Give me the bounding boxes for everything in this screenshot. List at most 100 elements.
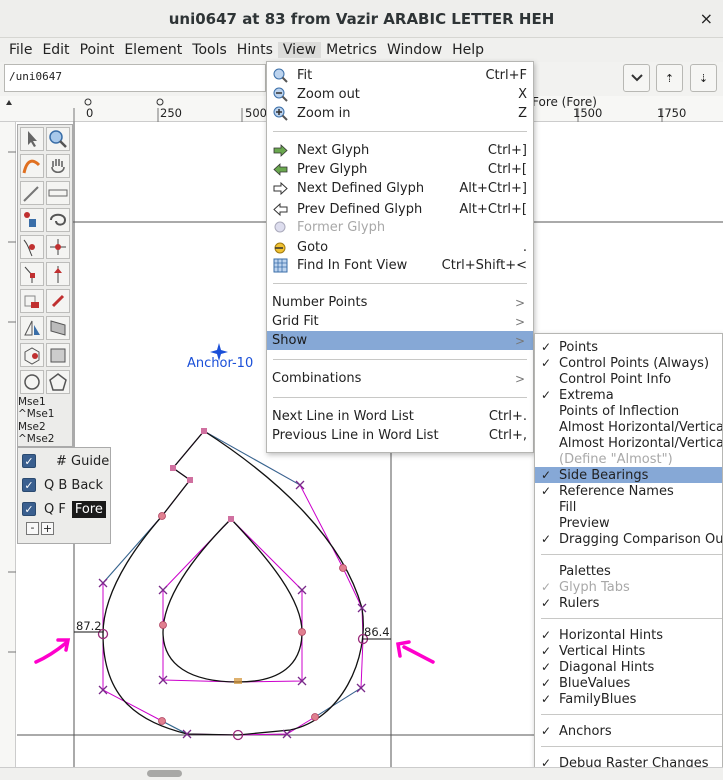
- mouse-button-tools: Mse1 ^Mse1 Mse2 ^Mse2: [18, 396, 72, 445]
- menu-item-next-glyph[interactable]: Next Glyph Ctrl+]: [267, 141, 533, 160]
- ellipse-tool-icon[interactable]: [20, 370, 44, 394]
- scale-tool-icon[interactable]: [20, 316, 44, 340]
- menu-item-zoom-in[interactable]: Zoom in Z: [267, 104, 533, 123]
- active-layer-label: Fore (Fore): [532, 95, 597, 109]
- layer-fore[interactable]: ✓ Q F Fore: [22, 499, 106, 519]
- move-down-icon[interactable]: ⇣: [690, 64, 717, 92]
- check-icon: ✓: [541, 340, 552, 354]
- horizontal-scrollbar[interactable]: [0, 767, 723, 780]
- show-item-bluevalues[interactable]: ✓ BlueValues: [535, 675, 722, 691]
- show-item-familyblues[interactable]: ✓ FamilyBlues: [535, 691, 722, 707]
- mse-label: ^Mse2: [18, 432, 55, 445]
- checkbox-checked-icon[interactable]: ✓: [22, 502, 36, 516]
- menu-item-prev-glyph[interactable]: Prev Glyph Ctrl+[: [267, 160, 533, 179]
- show-item-preview[interactable]: Preview: [535, 515, 722, 531]
- menu-view[interactable]: View: [277, 42, 322, 58]
- show-item-anchors[interactable]: ✓ Anchors: [535, 723, 722, 739]
- remove-layer-icon[interactable]: -: [26, 522, 39, 535]
- check-icon: ✓: [541, 724, 552, 738]
- menu-item-zoom-out[interactable]: Zoom out X: [267, 85, 533, 104]
- curve-point-icon[interactable]: [20, 235, 44, 259]
- view-menu-dropdown: Fit Ctrl+F Zoom out X Zoom in Z Next Glyph C…: [266, 61, 534, 453]
- show-item-almost-horizontal-vertical[interactable]: Almost Horizontal/Vertical: [535, 435, 722, 451]
- spiro-pen-icon[interactable]: [46, 289, 70, 313]
- corner-point-icon[interactable]: [20, 262, 44, 286]
- show-item-rulers[interactable]: ✓ Rulers: [535, 595, 722, 611]
- menu-edit[interactable]: Edit: [37, 42, 74, 58]
- show-item-points-of-inflection[interactable]: Points of Inflection: [535, 403, 722, 419]
- show-item-control-point-info[interactable]: Control Point Info: [535, 371, 722, 387]
- menu-item-show[interactable]: Show >: [267, 331, 533, 350]
- menu-item-next-line-word-list[interactable]: Next Line in Word List Ctrl+.: [267, 407, 533, 426]
- show-item-dragging-comparison-out[interactable]: ✓ Dragging Comparison Out: [535, 531, 722, 547]
- menu-item-fit[interactable]: Fit Ctrl+F: [267, 66, 533, 85]
- menu-help[interactable]: Help: [447, 42, 489, 58]
- show-item-diagonal-hints[interactable]: ✓ Diagonal Hints: [535, 659, 722, 675]
- menu-item-next-defined-glyph[interactable]: Next Defined Glyph Alt+Ctrl+]: [267, 179, 533, 198]
- scroll-hand-icon[interactable]: [46, 154, 70, 178]
- menu-file[interactable]: File: [4, 42, 37, 58]
- show-item-fill[interactable]: Fill: [535, 499, 722, 515]
- checkbox-checked-icon[interactable]: ✓: [22, 478, 36, 492]
- magnify-tool-icon[interactable]: [46, 127, 70, 151]
- ruler-tool-icon[interactable]: [46, 181, 70, 205]
- chevron-down-icon[interactable]: [623, 64, 650, 92]
- layer-guide[interactable]: ✓ # Guide: [22, 451, 109, 471]
- show-item-points[interactable]: ✓ Points: [535, 339, 722, 355]
- add-layer-icon[interactable]: +: [41, 522, 54, 535]
- show-item-side-bearings[interactable]: ✓ Side Bearings: [535, 467, 722, 483]
- check-icon: ✓: [541, 532, 552, 546]
- spiro-tool-icon[interactable]: [46, 208, 70, 232]
- scrollbar-thumb[interactable]: [147, 770, 182, 777]
- annotation-arrow-left: [34, 638, 71, 664]
- pointer-tool-icon[interactable]: [20, 127, 44, 151]
- show-item-palettes[interactable]: Palettes: [535, 563, 722, 579]
- menu-item-find-in-font-view[interactable]: Find In Font View Ctrl+Shift+<: [267, 256, 533, 275]
- menu-window[interactable]: Window: [382, 42, 447, 58]
- flip-tool-icon[interactable]: [46, 316, 70, 340]
- tangent-point-icon[interactable]: [46, 262, 70, 286]
- menu-metrics[interactable]: Metrics: [321, 42, 382, 58]
- checkbox-checked-icon[interactable]: ✓: [22, 454, 36, 468]
- perspective-tool-icon[interactable]: [46, 343, 70, 367]
- mse-label: ^Mse1: [18, 408, 55, 421]
- right-bearing-label: 86.4: [364, 625, 390, 639]
- control-polygon-outer: [102, 430, 364, 736]
- ruler-tick: 250: [160, 106, 182, 120]
- show-item-vertical-hints[interactable]: ✓ Vertical Hints: [535, 643, 722, 659]
- pen-tool-icon[interactable]: [20, 289, 44, 313]
- menu-item-grid-fit[interactable]: Grid Fit >: [267, 312, 533, 331]
- menu-tools[interactable]: Tools: [187, 42, 232, 58]
- menu-item-combinations[interactable]: Combinations >: [267, 369, 533, 388]
- menubar: File Edit Point Element Tools Hints View…: [0, 38, 723, 62]
- layer-back[interactable]: ✓ Q B Back: [22, 475, 103, 495]
- menu-point[interactable]: Point: [75, 42, 120, 58]
- menu-item-goto[interactable]: Goto.: [267, 238, 533, 257]
- zoom-out-icon: [273, 87, 288, 102]
- show-item-almost-horizontal-vertical[interactable]: Almost Horizontal/Vertical: [535, 419, 722, 435]
- menu-hints[interactable]: Hints: [232, 42, 278, 58]
- show-item-extrema[interactable]: ✓ Extrema: [535, 387, 722, 403]
- hv-curve-point-icon[interactable]: [46, 235, 70, 259]
- menu-element[interactable]: Element: [119, 42, 187, 58]
- menu-item-former-glyph: Former Glyph: [267, 218, 533, 237]
- freehand-tool-icon[interactable]: [20, 154, 44, 178]
- anchor-label: Anchor-10: [187, 356, 254, 371]
- show-item-reference-names[interactable]: ✓ Reference Names: [535, 483, 722, 499]
- show-item-horizontal-hints[interactable]: ✓ Horizontal Hints: [535, 627, 722, 643]
- check-icon: ✓: [541, 660, 552, 674]
- knife-tool-icon[interactable]: [20, 181, 44, 205]
- ruler-tick: 1750: [657, 106, 687, 120]
- zoom-in-icon: [273, 106, 288, 121]
- rotate-3d-icon[interactable]: [20, 343, 44, 367]
- menu-separator: [541, 714, 722, 715]
- menu-item-prev-defined-glyph[interactable]: Prev Defined Glyph Alt+Ctrl+[: [267, 200, 533, 219]
- show-item-control-points-always[interactable]: ✓ Control Points (Always): [535, 355, 722, 371]
- glyph-name-input[interactable]: /uni0647: [4, 64, 266, 92]
- hvcurve-tool-icon[interactable]: [20, 208, 44, 232]
- move-up-icon[interactable]: ⇡: [656, 64, 683, 92]
- menu-item-number-points[interactable]: Number Points >: [267, 293, 533, 312]
- menu-item-previous-line-word-list[interactable]: Previous Line in Word List Ctrl+,: [267, 426, 533, 445]
- close-icon[interactable]: ×: [700, 9, 713, 28]
- polygon-tool-icon[interactable]: [46, 370, 70, 394]
